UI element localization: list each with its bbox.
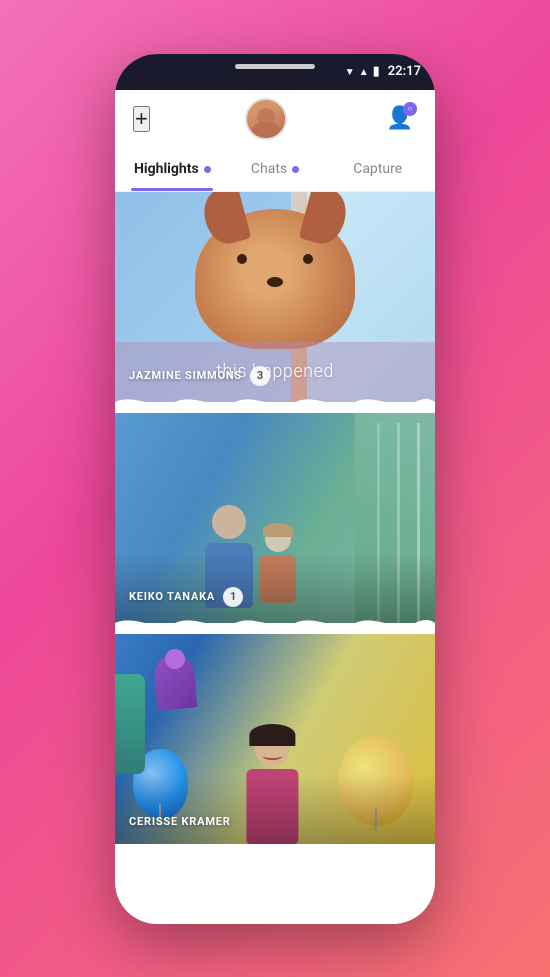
status-icons [345,64,380,79]
scroll-content: this happened JAZMINE SIMMONS 3 [115,192,435,924]
friends-badge: ○ [403,102,417,116]
story-image-3 [115,634,435,844]
story-2-username: KEIKO TANAKA [129,590,215,603]
story-card-3[interactable]: CERISSE KRAMER [115,634,435,844]
wave-divider-1 [115,391,435,413]
status-time: 22:17 [388,64,421,79]
story-1-user-info: JAZMINE SIMMONS 3 [129,366,270,386]
battery-icon [373,64,380,79]
story-3-username: CERISSE KRAMER [129,815,231,828]
avatar-face [247,100,285,138]
tab-capture-label: Capture [353,161,402,177]
tab-chats-label: Chats [251,161,287,177]
avatar[interactable] [245,98,287,140]
wave-divider-2 [115,612,435,634]
highlights-dot [204,166,211,173]
friends-button[interactable]: 👤 ○ [383,102,417,136]
chats-dot [292,166,299,173]
tabs-bar: Highlights Chats Capture [115,148,435,192]
story-1-username: JAZMINE SIMMONS [129,369,242,382]
story-card-2[interactable]: KEIKO TANAKA 1 [115,413,435,623]
tab-capture[interactable]: Capture [326,148,429,191]
card3-background [115,634,435,844]
story-2-count: 1 [223,587,243,607]
story-3-user-info: CERISSE KRAMER [129,815,231,828]
signal-icon [359,65,369,78]
story-1-count: 3 [250,366,270,386]
card3-overlay [115,774,435,844]
wifi-icon [345,65,355,78]
add-button[interactable]: + [133,106,150,132]
status-bar: 22:17 [115,54,435,90]
tab-highlights-label: Highlights [134,161,199,177]
story-card-1[interactable]: this happened JAZMINE SIMMONS 3 [115,192,435,402]
top-nav: + 👤 ○ [115,90,435,148]
story-2-user-info: KEIKO TANAKA 1 [129,587,243,607]
phone-shell: 22:17 + 👤 ○ Highlights Chats Capture [115,54,435,924]
tab-chats[interactable]: Chats [224,148,327,191]
tab-highlights[interactable]: Highlights [121,148,224,191]
phone-notch [235,64,315,69]
